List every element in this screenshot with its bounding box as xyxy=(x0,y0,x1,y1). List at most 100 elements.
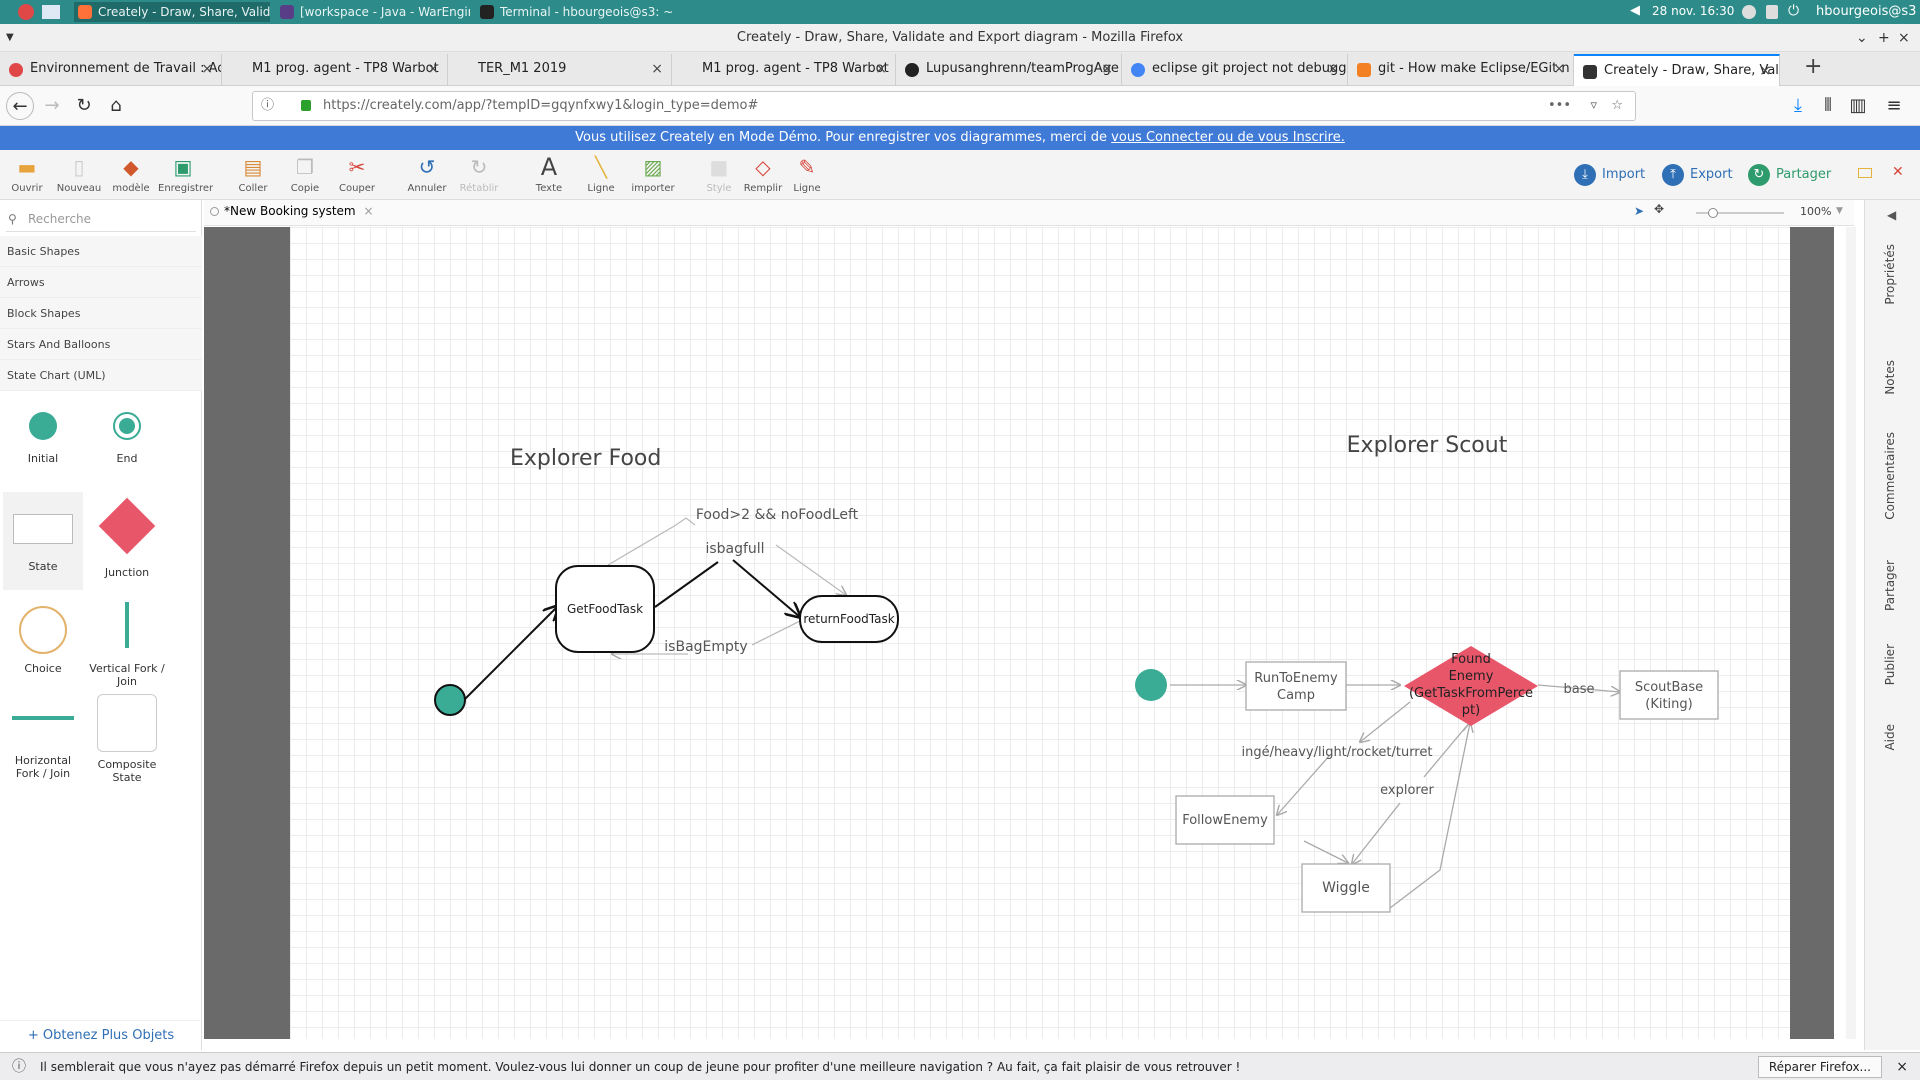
library-icon[interactable]: ⫴ xyxy=(1814,92,1842,120)
shape-initial[interactable]: Initial xyxy=(3,412,83,465)
close-tab-icon[interactable]: × xyxy=(1101,54,1113,84)
browser-tab[interactable]: eclipse git project not debugg × xyxy=(1122,54,1348,86)
category-block-shapes[interactable]: Block Shapes xyxy=(0,298,202,329)
style-button[interactable]: ■ Style xyxy=(694,154,744,194)
window-menu-icon[interactable]: ▼ xyxy=(6,24,14,52)
line-color-button[interactable]: ✎ Ligne xyxy=(782,154,832,194)
close-tab-icon[interactable]: × xyxy=(1759,56,1771,86)
template-button[interactable]: ◆ modèle xyxy=(106,154,156,194)
open-button[interactable]: ▬ Ouvrir xyxy=(2,154,52,194)
maximize-icon[interactable]: + xyxy=(1878,24,1890,52)
bookmark-star-icon[interactable]: ☆ xyxy=(1611,92,1623,120)
zoom-dropdown-icon[interactable]: ▼ xyxy=(1836,206,1843,216)
close-doc-tab-icon[interactable]: × xyxy=(363,204,373,218)
browser-tab[interactable]: TER_M1 2019 × xyxy=(448,54,672,86)
shape-junction[interactable]: Junction xyxy=(87,497,167,579)
close-tab-icon[interactable]: × xyxy=(1553,54,1565,84)
task-firefox[interactable]: Creately - Draw, Share, Valid... xyxy=(74,2,270,22)
close-tab-icon[interactable]: × xyxy=(201,54,213,84)
close-tab-icon[interactable]: × xyxy=(427,54,439,84)
text-button[interactable]: A Texte xyxy=(524,154,574,194)
scout-edge-follow-wiggle[interactable] xyxy=(1303,840,1348,863)
types-label[interactable]: ingé/heavy/light/rocket/turret xyxy=(1242,745,1433,760)
explorer-label[interactable]: explorer xyxy=(1380,783,1434,798)
sidebar-icon[interactable]: ▥ xyxy=(1844,92,1872,120)
page-actions-icon[interactable]: ••• xyxy=(1548,92,1571,120)
category-basic-shapes[interactable]: Basic Shapes xyxy=(0,236,202,267)
url-bar[interactable]: ⓘ https://creately.com/app/?tempID=gqynf… xyxy=(252,91,1636,121)
chat-icon[interactable] xyxy=(1858,168,1872,178)
scout-initial-state[interactable] xyxy=(1135,669,1167,701)
os-menu-icon[interactable] xyxy=(18,4,34,20)
browser-tab[interactable]: git - How make Eclipse/EGit n × xyxy=(1348,54,1574,86)
share-button[interactable]: ↻ Partager xyxy=(1748,164,1831,186)
forward-button[interactable]: → xyxy=(38,92,66,120)
scout-title[interactable]: Explorer Scout xyxy=(1347,433,1508,458)
pan-tool-icon[interactable]: ✥ xyxy=(1654,202,1664,216)
base-label[interactable]: base xyxy=(1564,682,1595,697)
browser-tab[interactable]: M1 prog. agent - TP8 Warbot × xyxy=(672,54,896,86)
close-tab-icon[interactable]: × xyxy=(875,54,887,84)
copy-button[interactable]: ❐ Copie xyxy=(280,154,330,194)
paste-button[interactable]: ▤ Coller xyxy=(228,154,278,194)
download-icon[interactable]: ⤓ xyxy=(1784,92,1812,120)
close-editor-icon[interactable]: ✕ xyxy=(1892,164,1904,180)
reload-button[interactable]: ↻ xyxy=(70,92,98,120)
category-arrows[interactable]: Arrows xyxy=(0,267,202,298)
back-button[interactable]: ← xyxy=(6,92,34,120)
library-search[interactable]: ⚲ Recherche xyxy=(6,206,196,232)
more-objects-link[interactable]: + Obtenez Plus Objets xyxy=(0,1020,202,1050)
lock-icon[interactable] xyxy=(1766,5,1778,19)
document-tab[interactable]: *New Booking system × xyxy=(210,204,374,218)
shape-choice[interactable]: Choice xyxy=(3,606,83,675)
info-icon[interactable]: ⓘ xyxy=(261,92,274,120)
share-tab[interactable]: Partager xyxy=(1883,560,1897,611)
browser-tab-active[interactable]: Creately - Draw, Share, Valida × xyxy=(1574,54,1780,86)
os-user[interactable]: hbourgeois@s3 xyxy=(1816,4,1916,19)
new-tab-button[interactable]: + xyxy=(1804,54,1822,79)
bagfull-label[interactable]: isbagfull xyxy=(705,541,764,557)
import-button[interactable]: ⤓ Import xyxy=(1574,164,1645,186)
cut-button[interactable]: ✂ Couper xyxy=(332,154,382,194)
notes-tab[interactable]: Notes xyxy=(1883,360,1897,395)
diagram-canvas[interactable]: Explorer Food GetFoodTask returnFoodTask… xyxy=(290,227,1790,1039)
close-notification-icon[interactable]: × xyxy=(1896,1053,1908,1081)
browser-tab[interactable]: Lupusanghrenn/teamProgAge × xyxy=(896,54,1122,86)
fill-button[interactable]: ◇ Remplir xyxy=(738,154,788,194)
network-icon[interactable] xyxy=(1742,5,1756,19)
pocket-icon[interactable]: ▿ xyxy=(1590,92,1597,120)
task-eclipse[interactable]: [workspace - Java - WarEngin... xyxy=(276,2,470,22)
close-tab-icon[interactable]: × xyxy=(1327,54,1339,84)
home-button[interactable]: ⌂ xyxy=(102,92,130,120)
zoom-slider[interactable] xyxy=(1696,208,1784,218)
file-manager-icon[interactable] xyxy=(42,5,60,19)
new-button[interactable]: ▯ Nouveau xyxy=(54,154,104,194)
category-stars-balloons[interactable]: Stars And Balloons xyxy=(0,329,202,360)
task-terminal[interactable]: Terminal - hbourgeois@s3: ~... xyxy=(476,2,672,22)
close-tab-icon[interactable]: × xyxy=(651,54,663,84)
food-title[interactable]: Explorer Food xyxy=(510,446,661,471)
login-link[interactable]: vous Connecter ou de vous Inscrire. xyxy=(1111,130,1345,145)
browser-tab[interactable]: M1 prog. agent - TP8 Warbot × xyxy=(222,54,448,86)
redo-button[interactable]: ↻ Rétablir xyxy=(454,154,504,194)
help-tab[interactable]: Aide xyxy=(1883,724,1897,751)
refresh-firefox-button[interactable]: Réparer Firefox... xyxy=(1757,1056,1882,1078)
bagempty-label[interactable]: isBagEmpty xyxy=(664,639,747,655)
volume-icon[interactable]: ◀ xyxy=(1630,3,1640,18)
food-condition-label[interactable]: Food>2 && noFoodLeft xyxy=(696,507,859,523)
save-button[interactable]: ▣ Enregistrer xyxy=(158,154,213,194)
shape-horizontal-fork[interactable]: Horizontal Fork / Join xyxy=(3,716,83,780)
category-state-chart[interactable]: State Chart (UML) xyxy=(0,360,202,391)
vertical-scrollbar[interactable] xyxy=(1846,227,1856,1039)
close-window-icon[interactable]: × xyxy=(1898,24,1910,52)
properties-tab[interactable]: Propriétés xyxy=(1883,244,1897,305)
pointer-tool-icon[interactable]: ➤ xyxy=(1634,204,1644,218)
browser-tab[interactable]: Environnement de Travail : Ac × xyxy=(0,54,222,86)
shape-end[interactable]: End xyxy=(87,412,167,465)
shape-state[interactable]: State xyxy=(3,492,83,590)
undo-button[interactable]: ↺ Annuler xyxy=(402,154,452,194)
collapse-panel-icon[interactable]: ◀ xyxy=(1887,208,1896,222)
comments-tab[interactable]: Commentaires xyxy=(1883,432,1897,520)
line-button[interactable]: ╲ Ligne xyxy=(576,154,626,194)
import-image-button[interactable]: ▨ importer xyxy=(628,154,678,194)
